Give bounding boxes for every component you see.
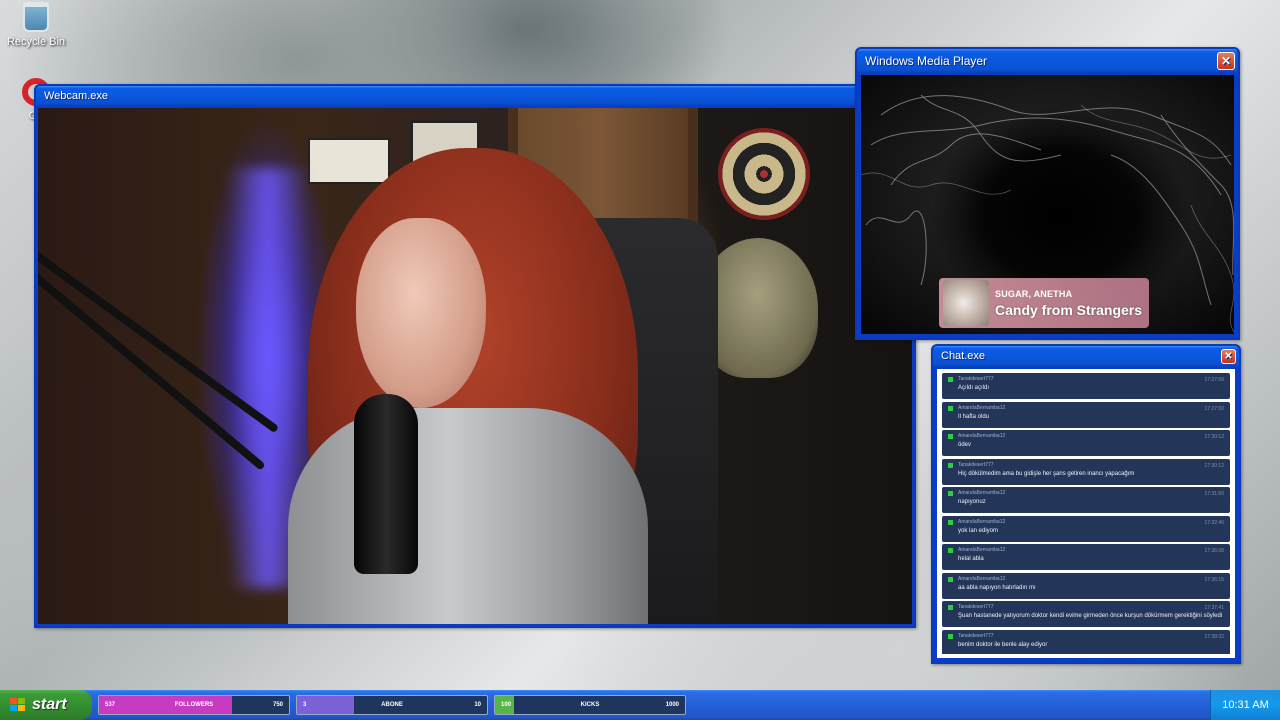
webcam-feed xyxy=(38,108,912,624)
window-title: Webcam.exe xyxy=(44,90,108,102)
recycle-bin-icon xyxy=(23,2,49,32)
goal-bar-followers[interactable]: 537 FOLLOWERS 750 xyxy=(98,695,290,715)
close-icon: ✕ xyxy=(1220,54,1232,68)
now-playing-card: SUGAR, ANETHA Candy from Strangers xyxy=(939,278,1149,328)
chat-text: aa abla napıyon hatırladın mı xyxy=(958,584,1036,591)
webcam-titlebar[interactable]: Webcam.exe xyxy=(36,86,914,106)
chat-timestamp: 17:36:15 xyxy=(1204,576,1224,583)
goal-label: FOLLOWERS xyxy=(174,702,214,708)
close-button[interactable]: ✕ xyxy=(1221,349,1236,364)
chat-text: yok lan ediyom xyxy=(958,527,999,534)
close-button[interactable]: ✕ xyxy=(1217,52,1235,70)
chat-titlebar[interactable]: Chat.exe ✕ xyxy=(933,346,1239,367)
chat-window[interactable]: Chat.exe ✕ Tanakdesert777 17:27:09 Açıldı … xyxy=(931,344,1241,664)
chat-message: Tanakdesert777 17:37:41 Şuan hastanede yat… xyxy=(942,601,1230,627)
chat-timestamp: 17:37:41 xyxy=(1204,605,1224,611)
chat-username: AmandaBernamba12 xyxy=(958,404,1006,411)
chat-message: AmandaBernamba12 17:36:15 aa abla napıyon … xyxy=(942,572,1230,599)
close-icon: ✕ xyxy=(1224,351,1233,362)
chat-username: Tanakdesert777 xyxy=(958,632,994,639)
windows-flag-icon xyxy=(10,698,26,712)
user-badge-icon xyxy=(948,491,953,496)
chat-text: helal abla xyxy=(958,556,984,562)
chat-timestamp: 17:32:46 xyxy=(1204,519,1224,526)
goal-label: KICKS xyxy=(580,702,600,708)
system-tray-clock[interactable]: 10:31 AM xyxy=(1210,690,1280,720)
user-badge-icon xyxy=(948,377,953,382)
start-label: start xyxy=(32,696,67,713)
chat-username: Tanakdesert777 xyxy=(958,604,994,610)
chat-text: ödev xyxy=(958,442,972,448)
chat-text: Açıldı açıldı xyxy=(958,385,990,391)
chat-text: Hiç dökülmedim ama bu gidişle her şans g… xyxy=(958,470,1135,477)
chat-username: AmandaBernamba12 xyxy=(958,575,1006,582)
chat-message-list[interactable]: Tanakdesert777 17:27:09 Açıldı açıldı Aman… xyxy=(942,373,1230,654)
webcam-window[interactable]: Webcam.exe xyxy=(34,84,916,628)
goal-bar-abone[interactable]: 3 ABONE 10 xyxy=(296,695,488,715)
chat-message: AmandaBernamba12 17:31:50 napıyonuz xyxy=(942,487,1230,513)
goal-target: 750 xyxy=(272,702,283,708)
user-badge-icon xyxy=(948,548,953,553)
start-button[interactable]: start xyxy=(0,690,92,720)
chat-username: Tanakdesert777 xyxy=(958,376,994,382)
song-artist: SUGAR, ANETHA xyxy=(995,289,1073,299)
chat-text: Şuan hastanede yatıyorum doktor kendi ev… xyxy=(958,613,1223,619)
user-badge-icon xyxy=(948,405,953,411)
goal-target: 1000 xyxy=(665,702,679,708)
goal-label: ABONE xyxy=(381,702,403,708)
chat-text: Il hafta oldu xyxy=(958,413,990,420)
window-title: Chat.exe xyxy=(941,350,986,362)
wall-lightbox xyxy=(308,138,390,184)
chat-username: Tanakdesert777 xyxy=(958,461,994,468)
goal-bar-kicks[interactable]: 100 KICKS 1000 xyxy=(494,695,686,715)
user-badge-icon xyxy=(948,462,953,468)
user-badge-icon xyxy=(948,434,953,439)
streamer-hoodie xyxy=(288,408,648,624)
desktop-icon-recycle-bin[interactable]: Recycle Bin xyxy=(0,2,74,48)
chat-timestamp: 17:30:12 xyxy=(1204,434,1224,440)
clock-time: 10:31 AM xyxy=(1222,699,1269,711)
chat-timestamp: 17:31:50 xyxy=(1204,491,1224,497)
chat-username: AmandaBernamba12 xyxy=(958,490,1006,496)
chat-timestamp: 17:36:08 xyxy=(1204,548,1224,554)
chat-username: AmandaBernamba12 xyxy=(958,547,1006,553)
dartboard xyxy=(718,128,810,220)
chat-timestamp: 17:38:32 xyxy=(1204,633,1224,640)
chat-username: AmandaBernamba12 xyxy=(958,433,1006,439)
goal-target: 10 xyxy=(474,702,481,708)
chat-timestamp: 17:27:09 xyxy=(1204,377,1224,383)
chat-message: Tanakdesert777 17:30:12 Hiç dökülmedim ama… xyxy=(942,458,1230,485)
chat-message: AmandaBernamba12 17:30:12 ödev xyxy=(942,430,1230,456)
user-badge-icon xyxy=(948,519,953,525)
chat-message: Tanakdesert777 17:38:32 benim doktor ile b… xyxy=(942,629,1230,654)
user-badge-icon xyxy=(948,633,953,639)
chat-message: AmandaBernamba12 17:27:00 Il hafta oldu xyxy=(942,401,1230,428)
album-art xyxy=(943,280,989,326)
chat-message: AmandaBernamba12 17:32:46 yok lan ediyom xyxy=(942,515,1230,542)
media-player-window[interactable]: Windows Media Player ✕ SUGAR, ANETHA Can… xyxy=(855,47,1240,340)
taskbar: start 537 FOLLOWERS 750 3 ABONE 10 100 K… xyxy=(0,690,1280,720)
chat-timestamp: 17:27:00 xyxy=(1204,405,1224,412)
desktop-icon-label: Recycle Bin xyxy=(6,36,66,48)
chat-body: Tanakdesert777 17:27:09 Açıldı açıldı Aman… xyxy=(937,369,1235,658)
chat-text: napıyonuz xyxy=(958,499,986,505)
user-badge-icon xyxy=(948,605,953,610)
media-player-titlebar[interactable]: Windows Media Player ✕ xyxy=(857,49,1238,73)
chat-timestamp: 17:30:12 xyxy=(1204,462,1224,469)
media-visualization: SUGAR, ANETHA Candy from Strangers xyxy=(861,75,1234,334)
microphone xyxy=(354,394,418,574)
chat-message: Tanakdesert777 17:27:09 Açıldı açıldı xyxy=(942,373,1230,399)
song-title: Candy from Strangers xyxy=(995,302,1143,318)
chat-username: AmandaBernamba12 xyxy=(958,518,1006,525)
user-badge-icon xyxy=(948,576,953,582)
window-title: Windows Media Player xyxy=(865,54,988,68)
chat-message: AmandaBernamba12 17:36:08 helal abla xyxy=(942,544,1230,570)
streamer-face xyxy=(356,218,486,408)
chat-text: benim doktor ile benle alay ediyor xyxy=(958,641,1048,648)
